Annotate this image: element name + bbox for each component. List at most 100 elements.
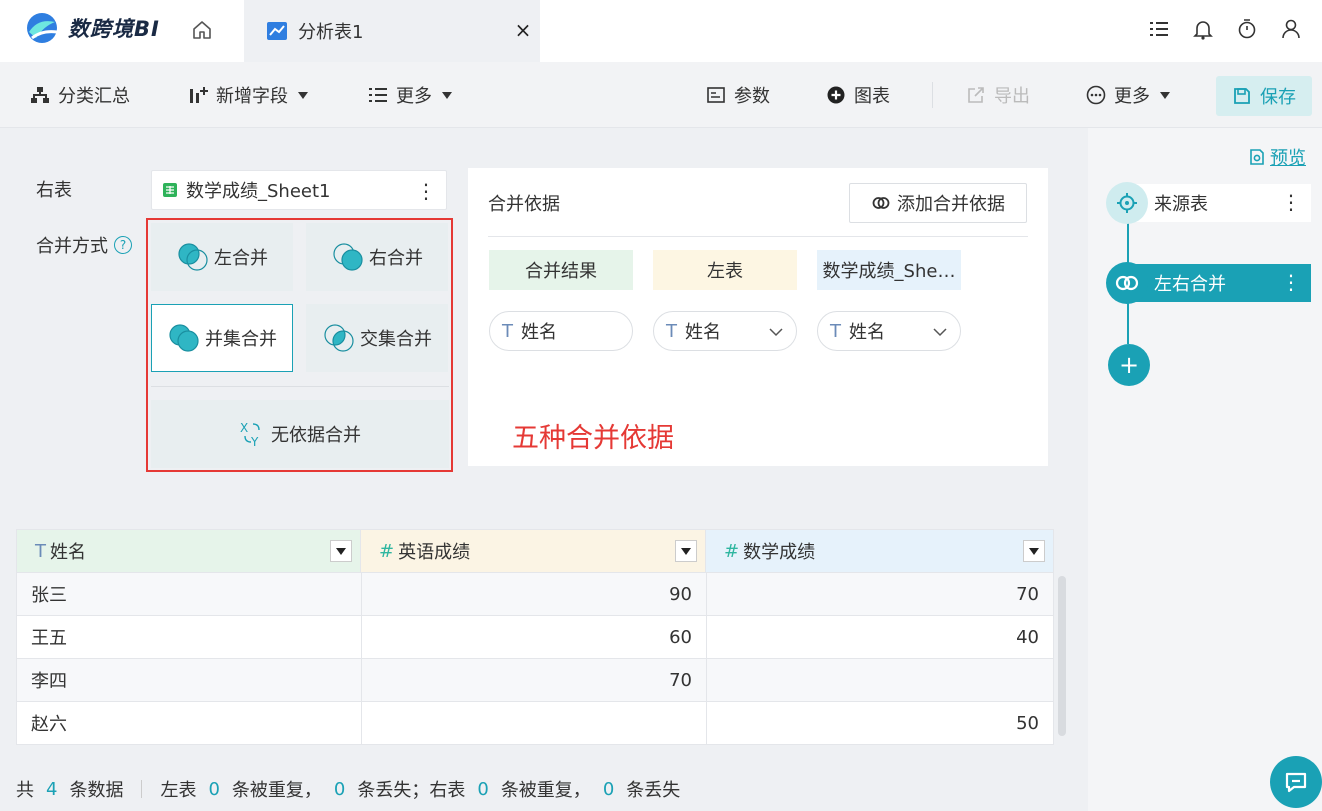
flow-panel: 预览 来源表 ⋮ 左右合并 ⋮ +	[1088, 128, 1322, 811]
column-header-name[interactable]: T 姓名	[16, 529, 361, 572]
more-vertical-icon[interactable]: ⋮	[416, 179, 436, 203]
table-cell: 90	[362, 573, 707, 615]
number-type-icon: #	[724, 540, 740, 562]
result-column-header: 合并结果	[489, 250, 633, 290]
option-right-merge[interactable]: 右合并	[306, 223, 448, 291]
venn-right-icon	[333, 243, 363, 271]
add-basis-button[interactable]: 添加合并依据	[849, 183, 1027, 223]
column-label: 英语成绩	[398, 542, 471, 563]
flow-connector	[1127, 302, 1129, 344]
export-label: 导出	[994, 86, 1030, 107]
list-icon[interactable]	[1144, 14, 1174, 44]
params-label: 参数	[734, 86, 770, 107]
caret-down-icon	[1160, 91, 1170, 99]
footer-right-dup-count: 0	[477, 778, 489, 800]
footer-right-lost-count: 0	[602, 778, 615, 800]
option-union-merge[interactable]: 并集合并	[151, 304, 293, 372]
tab-analysis-1[interactable]: 分析表1 ×	[244, 0, 540, 62]
text-type-icon: T	[666, 320, 677, 342]
preview-link[interactable]: 预览	[1248, 144, 1306, 170]
footer-left-prefix: 左表	[160, 780, 197, 801]
field-name: 姓名	[685, 322, 721, 343]
table-cell: 60	[362, 616, 707, 658]
add-column-icon	[190, 87, 208, 103]
params-button[interactable]: 参数	[706, 78, 770, 112]
main-panel: 右表 数学成绩_Sheet1 ⋮ 合并方式 ? 左合并 右合并 并集合并 交集合…	[0, 128, 1088, 811]
option-label: 交集合并	[360, 329, 432, 350]
home-icon	[193, 21, 211, 39]
add-basis-label: 添加合并依据	[897, 194, 1005, 215]
timer-icon[interactable]	[1232, 14, 1262, 44]
option-no-basis-merge[interactable]: XY 无依据合并	[151, 400, 449, 468]
bell-icon[interactable]	[1188, 14, 1218, 44]
right-field-select[interactable]: T 姓名	[817, 311, 961, 351]
column-header-english[interactable]: # 英语成绩	[361, 529, 706, 572]
help-icon[interactable]: ?	[114, 236, 132, 254]
table-cell: 50	[707, 702, 1054, 744]
export-button[interactable]: 导出	[966, 78, 1030, 112]
option-left-merge[interactable]: 左合并	[151, 223, 293, 291]
footer-total-prefix: 共	[16, 780, 34, 801]
app-name: 数跨境BI	[68, 17, 160, 41]
table-cell: 70	[362, 659, 707, 701]
table-row: 王五 60 40	[17, 615, 1054, 658]
home-button[interactable]	[188, 16, 216, 44]
more-vertical-icon[interactable]: ⋮	[1281, 190, 1301, 214]
number-type-icon: #	[379, 540, 395, 562]
xy-icon: XY	[240, 421, 260, 448]
more-menu-right[interactable]: 更多	[1086, 78, 1170, 112]
chat-support-button[interactable]	[1270, 756, 1322, 808]
chart-button[interactable]: 图表	[826, 78, 890, 112]
chat-icon	[1285, 772, 1307, 793]
footer-left-dup-suffix: 条被重复，	[231, 780, 322, 801]
field-name: 姓名	[849, 322, 885, 343]
save-icon	[1234, 88, 1250, 104]
table-row: 赵六 50	[17, 701, 1054, 744]
add-field-button[interactable]: 新增字段	[188, 78, 308, 112]
right-table-header: 数学成绩_She…	[817, 250, 961, 290]
column-dropdown-icon[interactable]	[675, 540, 697, 562]
more-menu-left[interactable]: 更多	[368, 78, 452, 112]
column-dropdown-icon[interactable]	[330, 540, 352, 562]
add-node-button[interactable]: +	[1108, 344, 1150, 386]
right-table-label: 右表	[36, 180, 72, 201]
table-cell: 70	[707, 573, 1054, 615]
column-dropdown-icon[interactable]	[1023, 540, 1045, 562]
group-summary-button[interactable]: 分类汇总	[30, 78, 130, 112]
toolbar: 分类汇总 新增字段 更多 参数 图表 导出 更多 保存	[0, 62, 1322, 128]
table-row: 李四 70	[17, 658, 1054, 701]
save-label: 保存	[1260, 87, 1296, 108]
link-icon	[872, 197, 890, 209]
right-table-value: 数学成绩_Sheet1	[186, 181, 331, 202]
svg-text:X: X	[240, 421, 248, 435]
preview-label: 预览	[1270, 148, 1306, 169]
chevron-down-icon	[933, 328, 947, 337]
flow-node-source[interactable]: 来源表 ⋮	[1106, 182, 1311, 224]
more-vertical-icon[interactable]: ⋮	[1281, 270, 1301, 294]
vertical-scrollbar[interactable]	[1058, 576, 1066, 736]
user-icon[interactable]	[1276, 14, 1306, 44]
column-label: 数学成绩	[743, 542, 816, 563]
option-label: 无依据合并	[271, 425, 361, 446]
option-intersect-merge[interactable]: 交集合并	[306, 304, 448, 372]
result-field: T 姓名	[489, 311, 633, 351]
basis-divider	[488, 236, 1028, 237]
list-icon	[369, 88, 387, 102]
column-header-math[interactable]: # 数学成绩	[706, 529, 1054, 572]
more-left-label: 更多	[396, 86, 432, 107]
footer-total-suffix: 条数据	[69, 780, 124, 801]
left-field-select[interactable]: T 姓名	[653, 311, 797, 351]
save-button[interactable]: 保存	[1216, 76, 1312, 116]
footer-right-dup-suffix: 条被重复，	[500, 780, 591, 801]
close-icon[interactable]: ×	[514, 17, 532, 43]
toolbar-divider	[932, 82, 933, 108]
right-table-select[interactable]: 数学成绩_Sheet1 ⋮	[151, 170, 447, 210]
text-type-icon: T	[502, 320, 513, 342]
params-icon	[707, 87, 725, 103]
flow-node-merge[interactable]: 左右合并 ⋮	[1106, 262, 1311, 304]
options-divider	[151, 386, 449, 387]
app-logo[interactable]: 数跨境BI	[24, 10, 160, 46]
status-footer: 共 4 条数据 左表 0 条被重复， 0 条丢失；右表 0 条被重复， 0 条丢…	[16, 776, 680, 802]
table-cell: 张三	[17, 573, 362, 615]
svg-text:Y: Y	[250, 435, 259, 448]
